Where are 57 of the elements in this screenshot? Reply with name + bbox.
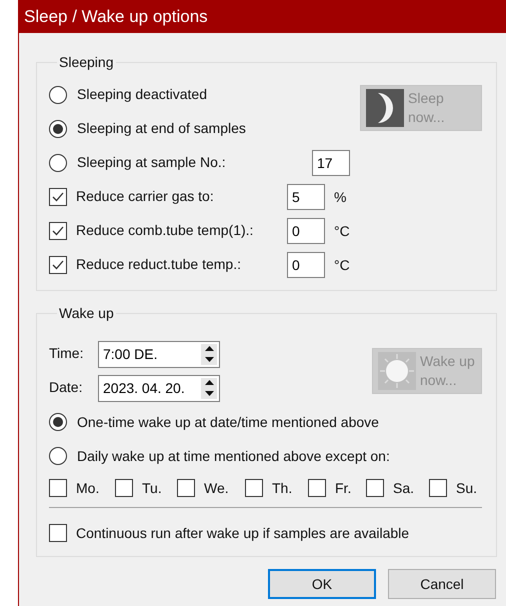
unit-label: °C [334, 222, 350, 240]
checkbox[interactable] [245, 479, 263, 497]
checkmark-icon [52, 226, 64, 236]
spin-arrows-icon[interactable] [201, 378, 217, 398]
checkbox[interactable] [308, 479, 326, 497]
option-label: Su. [456, 478, 478, 498]
checkmark-icon [52, 260, 64, 270]
radio-button[interactable] [49, 413, 67, 431]
input-field[interactable]: 17 [312, 150, 350, 176]
option-label: Sleeping deactivated [77, 86, 207, 102]
field-label: Time: [49, 345, 84, 361]
moon-icon [366, 89, 404, 127]
option-label: Reduce reduct.tube temp.: [76, 256, 241, 272]
radio-button[interactable] [49, 447, 67, 465]
checkbox[interactable] [49, 188, 67, 206]
radio-button[interactable] [49, 120, 67, 138]
window-title: Sleep / Wake up options [24, 6, 208, 28]
input-field[interactable]: 0 [287, 252, 325, 278]
field-label: Date: [49, 379, 82, 395]
option-label: Daily wake up at time mentioned above except on: [77, 446, 390, 466]
group-title: Wake up [58, 304, 115, 323]
input-field[interactable]: 5 [287, 184, 325, 210]
checkbox[interactable] [49, 479, 67, 497]
group-title: Sleeping [58, 53, 114, 72]
spin-field[interactable]: 7:00 DE. [98, 340, 220, 368]
dialog-button[interactable]: OK [268, 569, 376, 599]
dialog-button[interactable]: Cancel [388, 569, 496, 599]
option-label: Fr. [335, 478, 352, 498]
unit-label: °C [334, 256, 350, 274]
input-field[interactable]: 0 [287, 218, 325, 244]
option-label: We. [204, 478, 229, 498]
checkbox[interactable] [366, 479, 384, 497]
option-label: Sa. [393, 478, 414, 498]
checkbox[interactable] [49, 256, 67, 274]
radio-button[interactable] [49, 86, 67, 104]
icon-button: Wake up now... [372, 348, 482, 394]
checkbox[interactable] [49, 524, 67, 542]
option-label: Sleeping at end of samples [77, 120, 246, 136]
option-label: Continuous run after wake up if samples are available [76, 524, 410, 543]
checkbox[interactable] [429, 479, 447, 497]
icon-button: Sleep now... [360, 85, 482, 131]
option-label: Tu. [142, 478, 162, 498]
checkbox[interactable] [115, 479, 133, 497]
option-label: Mo. [76, 478, 100, 498]
option-label: Sleeping at sample No.: [77, 154, 226, 170]
sun-icon [378, 352, 416, 390]
checkmark-icon [52, 192, 64, 202]
spin-field[interactable]: 2023. 04. 20. [98, 374, 220, 402]
option-label: One-time wake up at date/time mentioned above [77, 412, 379, 432]
radio-button[interactable] [49, 154, 67, 172]
checkbox[interactable] [49, 222, 67, 240]
unit-label: % [334, 188, 346, 206]
option-label: Reduce comb.tube temp(1).: [76, 222, 254, 238]
spin-arrows-icon[interactable] [201, 344, 217, 364]
checkbox[interactable] [177, 479, 195, 497]
option-label: Reduce carrier gas to: [76, 188, 214, 204]
option-label: Th. [272, 478, 292, 498]
